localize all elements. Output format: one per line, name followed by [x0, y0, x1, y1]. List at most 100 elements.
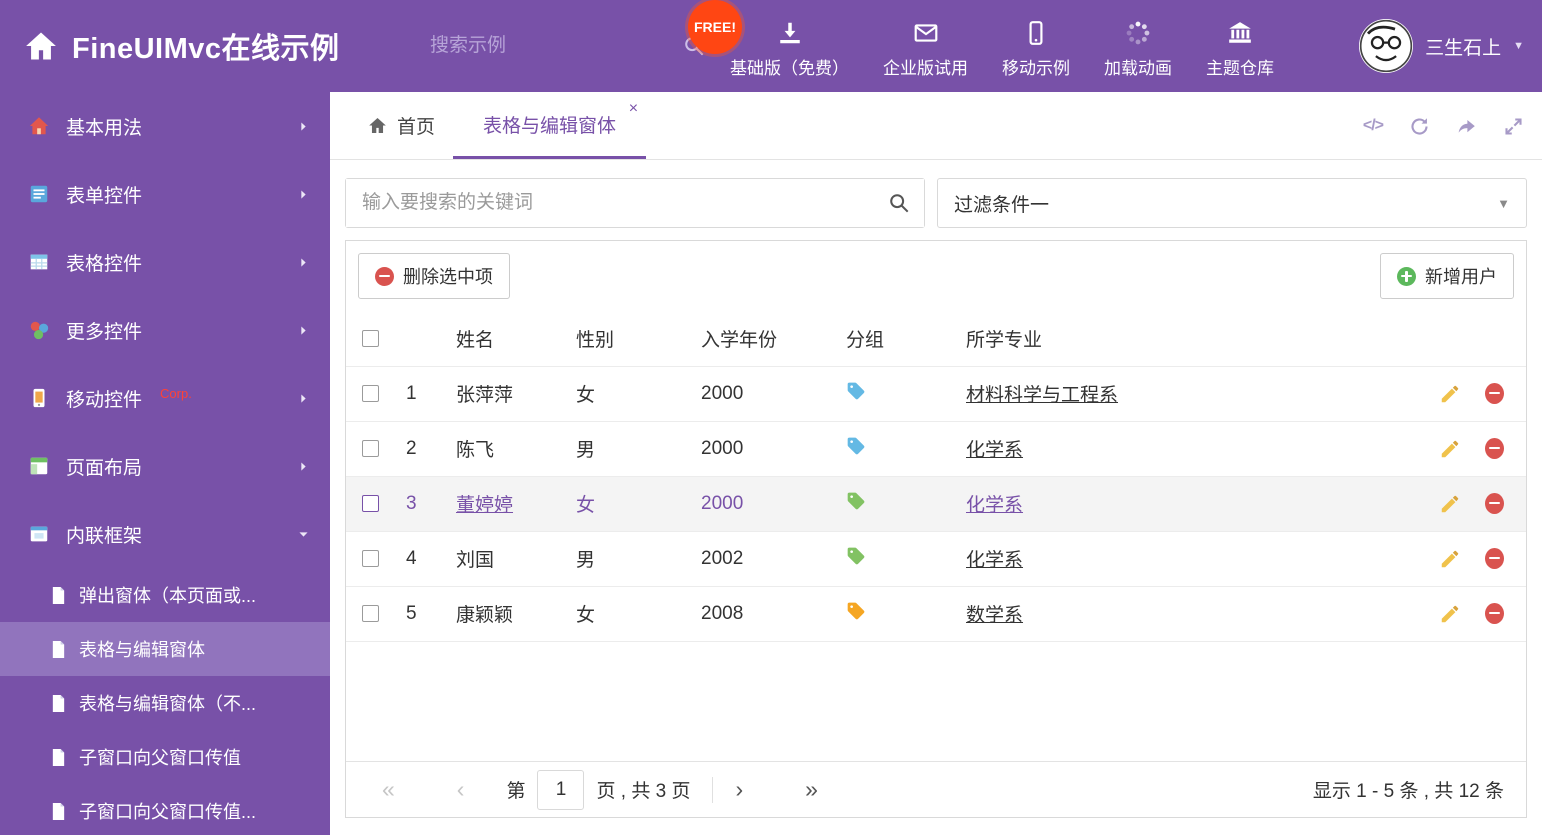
sidebar-item-page-layout[interactable]: 页面布局	[0, 432, 330, 500]
table-row-selected[interactable]: 3 董婷婷 女 2000 化学系	[346, 476, 1526, 532]
page-number-input[interactable]	[537, 769, 585, 810]
major-link[interactable]: 化学系	[966, 495, 1023, 516]
pagination: « ‹ 第 页 , 共 3 页 › » 显示 1 - 5 条 , 共 12 条	[346, 761, 1526, 817]
sidebar-item-label: 表单控件	[66, 185, 143, 207]
tag-icon	[846, 491, 866, 511]
header-search	[430, 23, 704, 69]
nav-theme-repository[interactable]: 主题仓库	[1206, 14, 1274, 79]
nav-label: 主题仓库	[1206, 58, 1274, 78]
cell-name: 康颖颖	[456, 586, 576, 642]
cell-gender: 男	[576, 421, 701, 477]
free-badge: FREE!	[688, 0, 742, 54]
sidebar-item-mobile-controls[interactable]: 移动控件 Corp.	[0, 364, 330, 432]
source-code-icon[interactable]: </>	[1363, 117, 1384, 135]
nav-basic-edition[interactable]: 基础版（免费）	[730, 14, 849, 79]
delete-row-icon[interactable]	[1485, 493, 1504, 514]
last-page-button[interactable]: »	[805, 778, 818, 801]
sidebar-item-more-controls[interactable]: 更多控件	[0, 296, 330, 364]
home-icon	[28, 115, 50, 137]
refresh-icon[interactable]	[1409, 116, 1430, 137]
search-icon[interactable]	[888, 192, 910, 214]
tab-home[interactable]: 首页	[350, 92, 453, 159]
sidebar: 基本用法 表单控件 表格控件 更多控件 移动控件 Corp. 页面布局 内联框架…	[0, 92, 330, 835]
layout-icon	[28, 455, 50, 477]
sidebar-subitem-label: 子窗口向父窗口传值...	[79, 802, 257, 822]
app-header: FineUIMvc在线示例 FREE! 基础版（免费） 企业版试用 移动示例	[0, 0, 1542, 92]
sidebar-item-grid-controls[interactable]: 表格控件	[0, 228, 330, 296]
nav-mobile-demo[interactable]: 移动示例	[1002, 14, 1070, 79]
delete-row-icon[interactable]	[1485, 383, 1504, 404]
main-content: 首页 表格与编辑窗体 × </> 过滤条件一 ▼	[330, 92, 1542, 835]
delete-selected-button[interactable]: 删除选中项	[358, 253, 510, 299]
row-checkbox[interactable]	[362, 604, 379, 622]
sidebar-subitem-child-to-parent-2[interactable]: 子窗口向父窗口传值...	[0, 784, 330, 835]
download-icon	[777, 18, 803, 46]
select-all-checkbox[interactable]	[362, 329, 379, 347]
row-checkbox[interactable]	[362, 384, 379, 402]
chevron-right-icon	[297, 120, 310, 133]
sidebar-item-label: 移动控件	[66, 389, 143, 411]
close-icon[interactable]: ×	[629, 101, 638, 117]
major-link[interactable]: 化学系	[966, 550, 1023, 571]
delete-row-icon[interactable]	[1485, 438, 1504, 459]
edit-icon[interactable]	[1439, 438, 1461, 460]
row-checkbox[interactable]	[362, 439, 379, 457]
edit-icon[interactable]	[1439, 603, 1461, 625]
prev-page-button[interactable]: ‹	[457, 778, 465, 801]
filter-dropdown[interactable]: 过滤条件一 ▼	[937, 178, 1527, 228]
user-menu[interactable]: 三生石上 ▼	[1359, 0, 1524, 92]
tab-tools: </>	[1363, 92, 1524, 160]
table-row[interactable]: 2 陈飞 男 2000 化学系	[346, 421, 1526, 477]
header-search-input[interactable]	[430, 35, 675, 57]
major-link[interactable]: 数学系	[966, 605, 1023, 626]
tag-icon	[846, 601, 866, 621]
nav-enterprise-trial[interactable]: 企业版试用	[883, 14, 968, 79]
spinner-icon	[1125, 18, 1151, 46]
page-label-prefix: 第	[506, 781, 526, 802]
row-checkbox[interactable]	[362, 549, 379, 567]
nav-loading-animations[interactable]: 加载动画	[1104, 14, 1172, 79]
first-page-button[interactable]: «	[382, 778, 395, 801]
edit-icon[interactable]	[1439, 493, 1461, 515]
fullscreen-icon[interactable]	[1503, 116, 1524, 137]
table-row[interactable]: 1 张萍萍 女 2000 材料科学与工程系	[346, 366, 1526, 422]
tag-icon	[846, 381, 866, 401]
sidebar-item-label: 基本用法	[66, 117, 143, 139]
edit-icon[interactable]	[1439, 383, 1461, 405]
divider	[712, 776, 714, 803]
nav-label: 基础版（免费）	[730, 58, 849, 78]
delete-row-icon[interactable]	[1485, 603, 1504, 624]
column-header-name: 姓名	[456, 311, 576, 367]
sidebar-subitem-popup-window[interactable]: 弹出窗体（本页面或...	[0, 568, 330, 622]
cell-index: 4	[406, 531, 456, 587]
add-user-button[interactable]: 新增用户	[1380, 253, 1514, 299]
table-row[interactable]: 4 刘国 男 2002 化学系	[346, 531, 1526, 587]
sidebar-item-form-controls[interactable]: 表单控件	[0, 160, 330, 228]
cell-index: 5	[406, 586, 456, 642]
tab-grid-edit-window[interactable]: 表格与编辑窗体 ×	[453, 92, 647, 159]
frame-icon	[28, 523, 50, 545]
page-label-suffix: 页 , 共 3 页	[596, 781, 691, 802]
next-page-button[interactable]: ›	[735, 778, 743, 801]
keyword-search-input[interactable]	[346, 179, 924, 227]
corp-badge: Corp.	[160, 385, 192, 401]
sidebar-subitem-grid-edit-window-2[interactable]: 表格与编辑窗体（不...	[0, 676, 330, 730]
sidebar-subitem-label: 表格与编辑窗体（不...	[79, 694, 257, 714]
table-row[interactable]: 5 康颖颖 女 2008 数学系	[346, 586, 1526, 642]
delete-row-icon[interactable]	[1485, 548, 1504, 569]
row-checkbox[interactable]	[362, 494, 379, 512]
logo[interactable]: FineUIMvc在线示例	[24, 0, 340, 92]
sidebar-item-inline-frame[interactable]: 内联框架	[0, 500, 330, 568]
major-link[interactable]: 材料科学与工程系	[966, 385, 1118, 406]
filter-dropdown-value: 过滤条件一	[954, 194, 1050, 216]
form-icon	[28, 183, 50, 205]
cell-name: 陈飞	[456, 421, 576, 477]
share-icon[interactable]	[1456, 116, 1477, 137]
sidebar-subitem-child-to-parent[interactable]: 子窗口向父窗口传值	[0, 730, 330, 784]
column-header-actions	[1396, 311, 1526, 367]
file-icon	[50, 802, 67, 821]
major-link[interactable]: 化学系	[966, 440, 1023, 461]
edit-icon[interactable]	[1439, 548, 1461, 570]
sidebar-subitem-grid-edit-window[interactable]: 表格与编辑窗体	[0, 622, 330, 676]
sidebar-item-basic-usage[interactable]: 基本用法	[0, 92, 330, 160]
